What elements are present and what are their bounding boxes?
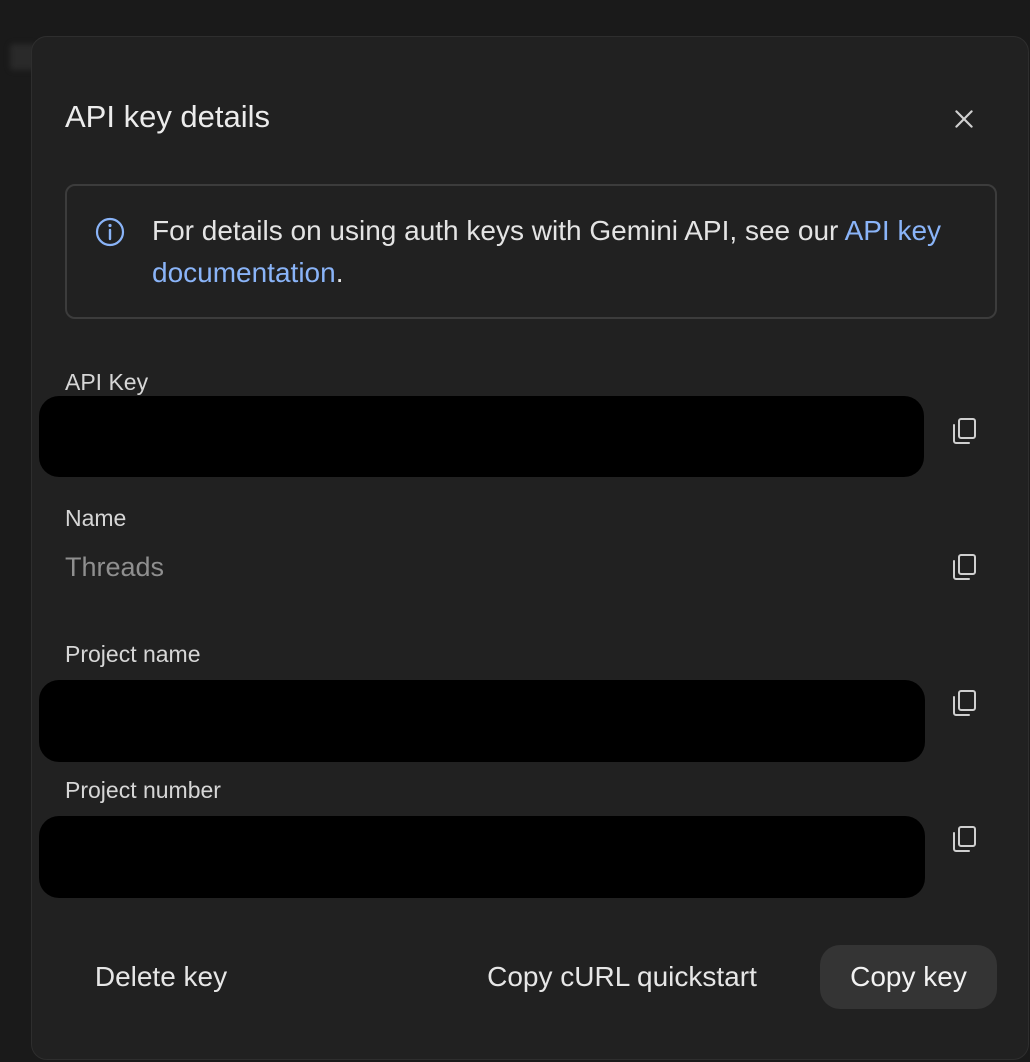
info-text: For details on using auth keys with Gemi… [152, 210, 972, 294]
name-value: Threads [65, 552, 165, 582]
api-key-label: API Key [65, 369, 149, 395]
copy-api-key-button[interactable] [945, 412, 983, 450]
name-label: Name [65, 505, 127, 531]
project-number-label: Project number [65, 777, 221, 803]
copy-project-number-button[interactable] [945, 820, 983, 858]
dialog-title: API key details [65, 99, 271, 134]
copy-icon [953, 826, 976, 852]
copy-curl-quickstart-button[interactable]: Copy cURL quickstart [462, 945, 782, 1009]
api-key-redacted-value [39, 396, 924, 477]
info-banner: For details on using auth keys with Gemi… [65, 184, 997, 319]
close-button[interactable] [944, 99, 984, 139]
copy-project-name-button[interactable] [945, 684, 983, 722]
close-icon [955, 110, 973, 128]
project-name-label: Project name [65, 641, 201, 667]
copy-icon [953, 554, 976, 580]
copy-icon [953, 418, 976, 444]
api-key-details-dialog: API key details For details on using aut… [31, 36, 1029, 1060]
copy-icon [953, 690, 976, 716]
copy-key-button[interactable]: Copy key [820, 945, 997, 1009]
project-name-redacted-value [39, 680, 925, 762]
copy-name-button[interactable] [945, 548, 983, 586]
project-number-redacted-value [39, 816, 925, 898]
info-icon [95, 217, 125, 247]
info-message: For details on using auth keys with Gemi… [152, 215, 845, 246]
delete-key-button[interactable]: Delete key [65, 945, 257, 1009]
info-suffix: . [335, 257, 344, 288]
